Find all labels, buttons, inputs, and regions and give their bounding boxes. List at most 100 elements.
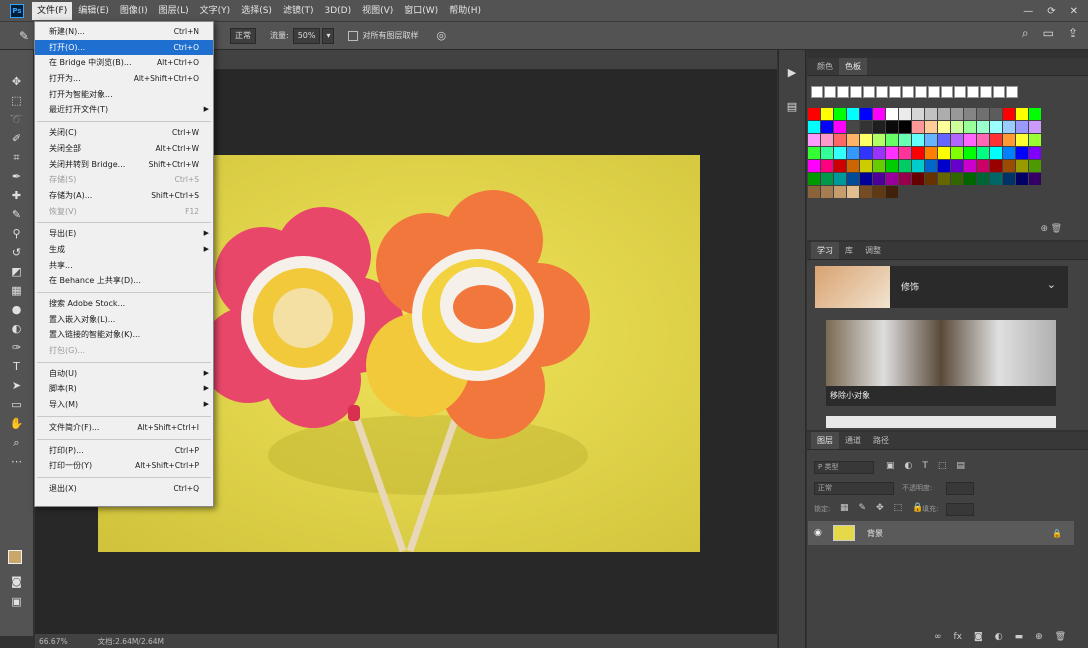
- color-swatch[interactable]: [886, 186, 898, 198]
- tab-swatches[interactable]: 色板: [839, 58, 867, 75]
- color-swatch[interactable]: [912, 160, 924, 172]
- restore-icon[interactable]: ⟳: [1047, 6, 1055, 17]
- type-tool-icon[interactable]: T: [7, 357, 27, 376]
- quick-select-tool-icon[interactable]: ✐: [7, 129, 27, 148]
- pen-tool-icon[interactable]: ✑: [7, 338, 27, 357]
- eyedropper-tool-icon[interactable]: ✒: [7, 167, 27, 186]
- color-swatch[interactable]: [808, 186, 820, 198]
- color-swatch[interactable]: [847, 173, 859, 185]
- color-swatch[interactable]: [1016, 108, 1028, 120]
- crop-tool-icon[interactable]: ⌗: [7, 148, 27, 167]
- color-swatch[interactable]: [938, 160, 950, 172]
- file-menu-item[interactable]: 在 Behance 上共享(D)...: [35, 273, 213, 289]
- mode-select[interactable]: 正常: [230, 27, 256, 44]
- color-swatch[interactable]: [1003, 134, 1015, 146]
- color-swatch[interactable]: [834, 121, 846, 133]
- color-swatch[interactable]: [886, 147, 898, 159]
- color-swatch[interactable]: [847, 160, 859, 172]
- tab-libraries[interactable]: 库: [839, 242, 859, 259]
- color-swatch[interactable]: [808, 173, 820, 185]
- file-menu-item[interactable]: 脚本(R) ▶: [35, 381, 213, 397]
- layer-row-background[interactable]: ◉ 背景 🔒: [808, 521, 1074, 545]
- lock-move-icon[interactable]: ✥: [876, 503, 884, 513]
- file-menu-item[interactable]: 置入链接的智能对象(K)...: [35, 327, 213, 343]
- blend-mode-select[interactable]: 正常: [814, 482, 894, 495]
- color-swatch[interactable]: [834, 134, 846, 146]
- tab-paths[interactable]: 路径: [867, 432, 895, 449]
- color-swatch[interactable]: [912, 134, 924, 146]
- color-swatch[interactable]: [899, 147, 911, 159]
- color-swatch[interactable]: [990, 108, 1002, 120]
- color-swatch[interactable]: [899, 134, 911, 146]
- color-swatch[interactable]: [951, 147, 963, 159]
- screen-mode-icon[interactable]: ▣: [7, 592, 27, 611]
- color-swatch[interactable]: [1016, 173, 1028, 185]
- menu-view[interactable]: 视图(V): [357, 2, 398, 20]
- layer-mask-icon[interactable]: ◙: [974, 632, 983, 642]
- color-swatch[interactable]: [1003, 147, 1015, 159]
- menu-3d[interactable]: 3D(D): [319, 2, 356, 20]
- color-swatch[interactable]: [834, 186, 846, 198]
- color-swatch[interactable]: [808, 121, 820, 133]
- healing-brush-tool-icon[interactable]: ✚: [7, 186, 27, 205]
- color-swatch[interactable]: [847, 134, 859, 146]
- color-swatch[interactable]: [873, 160, 885, 172]
- color-swatch[interactable]: [964, 147, 976, 159]
- color-swatch[interactable]: [964, 160, 976, 172]
- color-swatch[interactable]: [977, 173, 989, 185]
- color-swatch[interactable]: [951, 108, 963, 120]
- color-swatch[interactable]: [912, 173, 924, 185]
- color-swatch[interactable]: [821, 147, 833, 159]
- color-swatch[interactable]: [808, 160, 820, 172]
- tab-layers[interactable]: 图层: [811, 432, 839, 449]
- menu-filter[interactable]: 滤镜(T): [278, 2, 319, 20]
- menu-layer[interactable]: 图层(L): [154, 2, 194, 20]
- color-swatch[interactable]: [951, 121, 963, 133]
- color-swatch[interactable]: [886, 121, 898, 133]
- learn-tutorial-card[interactable]: 移除小对象: [826, 320, 1056, 406]
- file-menu-item[interactable]: 关闭全部 Alt+Ctrl+W: [35, 141, 213, 157]
- color-swatch[interactable]: [808, 147, 820, 159]
- color-swatch[interactable]: [899, 173, 911, 185]
- color-swatch[interactable]: [990, 121, 1002, 133]
- color-swatch[interactable]: [834, 147, 846, 159]
- color-swatch[interactable]: [977, 134, 989, 146]
- color-swatch[interactable]: [977, 147, 989, 159]
- file-menu-item[interactable]: 文件简介(F)... Alt+Shift+Ctrl+I: [35, 420, 213, 436]
- group-icon[interactable]: ▬: [1015, 632, 1024, 642]
- clone-stamp-tool-icon[interactable]: ⚲: [7, 224, 27, 243]
- file-menu-item[interactable]: 关闭并转到 Bridge... Shift+Ctrl+W: [35, 157, 213, 173]
- more-tools-icon[interactable]: ⋯: [7, 452, 27, 471]
- layer-filter-select[interactable]: P 类型: [814, 461, 874, 474]
- color-swatch[interactable]: [938, 121, 950, 133]
- file-menu-item[interactable]: 打开为... Alt+Shift+Ctrl+O: [35, 71, 213, 87]
- color-swatch[interactable]: [860, 121, 872, 133]
- color-swatch[interactable]: [821, 134, 833, 146]
- delete-layer-icon[interactable]: 🗑: [1055, 632, 1066, 642]
- quick-mask-icon[interactable]: ◙: [7, 572, 27, 591]
- color-swatch[interactable]: [834, 173, 846, 185]
- tab-color[interactable]: 颜色: [811, 58, 839, 75]
- new-layer-icon[interactable]: ⊕: [1035, 632, 1043, 642]
- learn-section-header[interactable]: 修饰 ⌄: [815, 266, 1068, 308]
- color-swatch[interactable]: [860, 173, 872, 185]
- color-swatch[interactable]: [886, 108, 898, 120]
- brush-tool-preset-icon[interactable]: ✎: [14, 26, 34, 46]
- color-swatch[interactable]: [834, 160, 846, 172]
- file-menu-item[interactable]: 在 Bridge 中浏览(B)... Alt+Ctrl+O: [35, 55, 213, 71]
- color-swatch[interactable]: [1029, 134, 1041, 146]
- close-icon[interactable]: ✕: [1070, 6, 1078, 17]
- eraser-tool-icon[interactable]: ◩: [7, 262, 27, 281]
- new-swatch-icon[interactable]: ⊕: [1040, 224, 1048, 234]
- file-menu-item[interactable]: 打开(O)... Ctrl+O: [35, 39, 213, 56]
- color-swatch[interactable]: [938, 173, 950, 185]
- lock-artboard-icon[interactable]: ⬚: [894, 503, 903, 513]
- document-info[interactable]: 文档:2.64M/2.64M: [98, 636, 164, 647]
- layer-opacity-input[interactable]: [946, 482, 974, 495]
- rectangle-tool-icon[interactable]: ▭: [7, 395, 27, 414]
- color-swatch[interactable]: [821, 186, 833, 198]
- file-menu-item[interactable]: 存储为(A)... Shift+Ctrl+S: [35, 188, 213, 204]
- color-swatch[interactable]: [977, 160, 989, 172]
- color-swatch[interactable]: [938, 108, 950, 120]
- color-swatch[interactable]: [821, 121, 833, 133]
